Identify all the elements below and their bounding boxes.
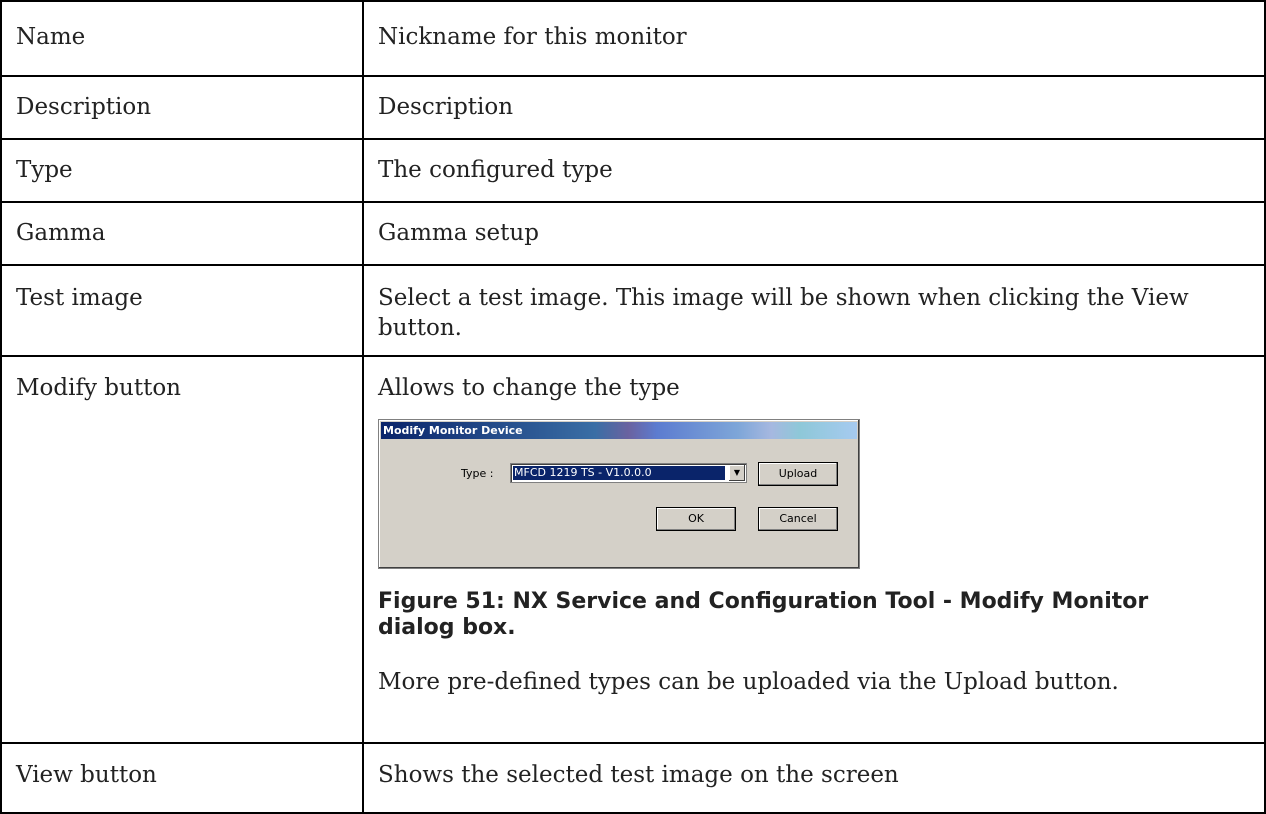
row-value-type: The configured type <box>362 138 1266 203</box>
table-row: Modify button Allows to change the type … <box>0 355 1266 744</box>
table-row: Test image Select a test image. This ima… <box>0 264 1266 357</box>
figure-caption: Figure 51: NX Service and Configuration … <box>378 589 1149 640</box>
row-label-view-button: View button <box>0 742 364 814</box>
type-label: Type : <box>461 467 494 480</box>
row-value-modify-button: Allows to change the type Modify Monitor… <box>362 355 1266 744</box>
ok-button[interactable]: OK <box>656 507 736 531</box>
row-value-view-button: Shows the selected test image on the scr… <box>362 742 1266 814</box>
monitor-properties-table: Name Nickname for this monitor Descripti… <box>0 0 1266 814</box>
table-row: Name Nickname for this monitor <box>0 0 1266 77</box>
dialog-title-bar: Modify Monitor Device <box>381 422 857 439</box>
row-label-modify-button: Modify button <box>0 355 364 744</box>
upload-button[interactable]: Upload <box>758 462 838 486</box>
type-dropdown-value: MFCD 1219 TS - V1.0.0.0 <box>513 466 725 480</box>
row-label-test-image: Test image <box>0 264 364 357</box>
row-label-name: Name <box>0 0 364 77</box>
row-value-gamma: Gamma setup <box>362 201 1266 266</box>
chevron-down-icon[interactable]: ▼ <box>729 465 745 481</box>
row-value-test-image: Select a test image. This image will be … <box>362 264 1266 357</box>
modify-monitor-dialog-screenshot: Modify Monitor Device Type : MFCD 1219 T… <box>378 419 860 569</box>
table-row: Type The configured type <box>0 138 1266 203</box>
row-label-gamma: Gamma <box>0 201 364 266</box>
table-row: Description Description <box>0 75 1266 140</box>
row-label-description: Description <box>0 75 364 140</box>
row-label-type: Type <box>0 138 364 203</box>
table-row: View button Shows the selected test imag… <box>0 742 1266 814</box>
table-row: Gamma Gamma setup <box>0 201 1266 266</box>
upload-note: More pre-defined types can be uploaded v… <box>378 669 1119 695</box>
row-value-name: Nickname for this monitor <box>362 0 1266 77</box>
type-dropdown[interactable]: MFCD 1219 TS - V1.0.0.0 ▼ <box>510 463 747 483</box>
row-value-description: Description <box>362 75 1266 140</box>
cancel-button[interactable]: Cancel <box>758 507 838 531</box>
row-value-modify-text: Allows to change the type <box>378 375 680 401</box>
